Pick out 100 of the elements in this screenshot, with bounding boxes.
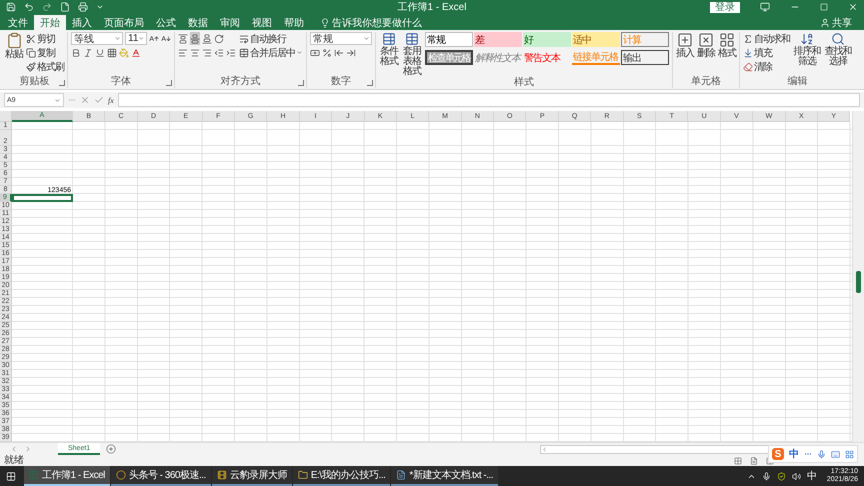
ribbon-tab[interactable]: 审阅	[214, 15, 246, 30]
ribbon-tab[interactable]: 页面布局	[98, 15, 150, 30]
volume-icon	[792, 472, 801, 480]
cell-style[interactable]: 输出	[621, 50, 669, 65]
ribbon-tab[interactable]: 公式	[150, 15, 182, 30]
windows-icon	[6, 470, 16, 482]
border-icon	[107, 48, 117, 58]
insert-icon	[677, 32, 693, 48]
notepad-icon	[396, 470, 406, 480]
ribbon-tab[interactable]: 开始	[34, 15, 66, 30]
wrap-text-button[interactable]: 自动换行	[239, 32, 303, 45]
fill-color-button[interactable]	[119, 46, 129, 59]
dropdown-icon	[96, 3, 104, 11]
previous-sheet-icon	[10, 445, 18, 453]
format-as-table-button[interactable]: 套用表格格式	[402, 32, 422, 77]
ime-mode[interactable]: 中	[789, 447, 799, 461]
cells-button[interactable]: 插入	[676, 32, 694, 59]
close-icon	[848, 2, 858, 12]
next-sheet-icon	[24, 445, 32, 453]
launcher-icon[interactable]	[166, 80, 172, 86]
align-top-icon	[178, 34, 188, 44]
ribbon-tab[interactable]: 数据	[182, 15, 214, 30]
number-format-select[interactable]: 常规	[310, 32, 372, 45]
print-icon	[78, 2, 88, 12]
ribbon-tab[interactable]: 视图	[246, 15, 278, 30]
keyboard-icon	[831, 450, 840, 458]
border-button[interactable]	[107, 46, 117, 59]
orientation-button[interactable]	[214, 32, 224, 45]
percent-icon	[322, 48, 332, 58]
cell-style[interactable]: 常规	[425, 32, 473, 47]
launcher-icon[interactable]	[298, 80, 304, 86]
conditional-format-button[interactable]: 条件格式	[379, 32, 399, 67]
align-center-icon	[190, 48, 200, 58]
paste-button[interactable]: 粘贴	[5, 32, 23, 60]
ribbon-tab[interactable]: 文件	[2, 15, 34, 30]
search-icon	[831, 32, 845, 46]
caret-icon	[54, 96, 61, 104]
rotate-icon	[214, 34, 224, 44]
editing-action[interactable]: 清除	[743, 60, 790, 73]
cells-button[interactable]: 删除	[697, 32, 715, 59]
folder-icon	[298, 470, 308, 480]
editing-action[interactable]: 自动求和	[743, 32, 790, 45]
clipboard-action[interactable]: 剪切	[26, 32, 64, 45]
align-top-button[interactable]	[178, 32, 188, 45]
taskbar-item[interactable]: 头条号 - 360极速...	[110, 466, 211, 486]
group-label: 剪贴板	[20, 76, 50, 88]
cell-style[interactable]: 警告文本	[523, 50, 571, 65]
ribbon-tab[interactable]: 帮助	[278, 15, 310, 30]
taskbar-item[interactable]: 云豹录屏大师	[212, 466, 292, 486]
launcher-icon[interactable]	[367, 80, 373, 86]
share-button[interactable]: 共享	[814, 15, 858, 30]
font-color-icon	[131, 48, 141, 58]
cell-style[interactable]: 好	[523, 32, 571, 47]
taskbar-item[interactable]: E:\我的办公技巧...	[292, 466, 390, 486]
cell-style[interactable]: 差	[474, 32, 522, 47]
microphone-icon	[762, 472, 771, 480]
cells-button[interactable]: 格式	[718, 32, 736, 59]
shrink-font-icon	[161, 34, 171, 44]
editing-action[interactable]: 填充	[743, 46, 790, 59]
align-left-icon	[178, 48, 188, 58]
function-button[interactable]: fx	[108, 96, 114, 104]
editing-button[interactable]: 排序和筛选	[793, 32, 821, 67]
align-middle-button[interactable]	[190, 32, 200, 45]
formula-input[interactable]	[118, 93, 860, 107]
merge-center-button[interactable]: 合并后居中	[239, 46, 303, 59]
font-size-select[interactable]: 11	[125, 32, 147, 45]
display-options-icon	[760, 2, 770, 12]
shield-icon	[776, 472, 786, 480]
wrap-text-icon	[239, 34, 249, 44]
save-icon	[6, 2, 16, 12]
launcher-icon[interactable]	[59, 80, 65, 86]
tell-me-search[interactable]: 告诉我你想要做什么	[314, 15, 428, 30]
taskbar-item[interactable]: *新建文本文档.txt -...	[391, 466, 498, 486]
font-name-select[interactable]: 等线	[71, 32, 123, 45]
italic-icon	[83, 48, 93, 58]
normal-view-icon	[734, 456, 742, 464]
clipboard-action[interactable]: 格式刷	[26, 60, 64, 73]
caret-icon	[114, 35, 121, 42]
ribbon-tab[interactable]: 插入	[66, 15, 98, 30]
login-button[interactable]: 登录	[710, 2, 740, 12]
cell-style[interactable]: 解释性文本	[474, 50, 522, 65]
taskbar-item[interactable]: 工作簿1 - Excel	[24, 466, 110, 486]
clipboard-action[interactable]: 复制	[26, 46, 64, 59]
table-icon	[405, 32, 419, 46]
selected-cell[interactable]	[12, 194, 73, 202]
bold-icon	[71, 48, 81, 58]
vertical-scrollbar[interactable]	[852, 111, 864, 442]
scroll-thumb[interactable]	[856, 271, 861, 293]
editing-button[interactable]: 查找和选择	[824, 32, 852, 67]
input-mode-indicator[interactable]: 中	[806, 469, 817, 483]
add-sheet-icon	[106, 444, 116, 454]
cell-style[interactable]: 适中	[572, 32, 620, 47]
outdent-icon	[214, 48, 224, 58]
eraser-icon	[743, 62, 753, 72]
undo-icon	[24, 2, 34, 12]
align-bottom-icon	[202, 34, 212, 44]
fill-down-icon	[743, 48, 753, 58]
align-bottom-button[interactable]	[202, 32, 212, 45]
caret-icon	[138, 35, 145, 42]
delete-icon	[698, 32, 714, 48]
